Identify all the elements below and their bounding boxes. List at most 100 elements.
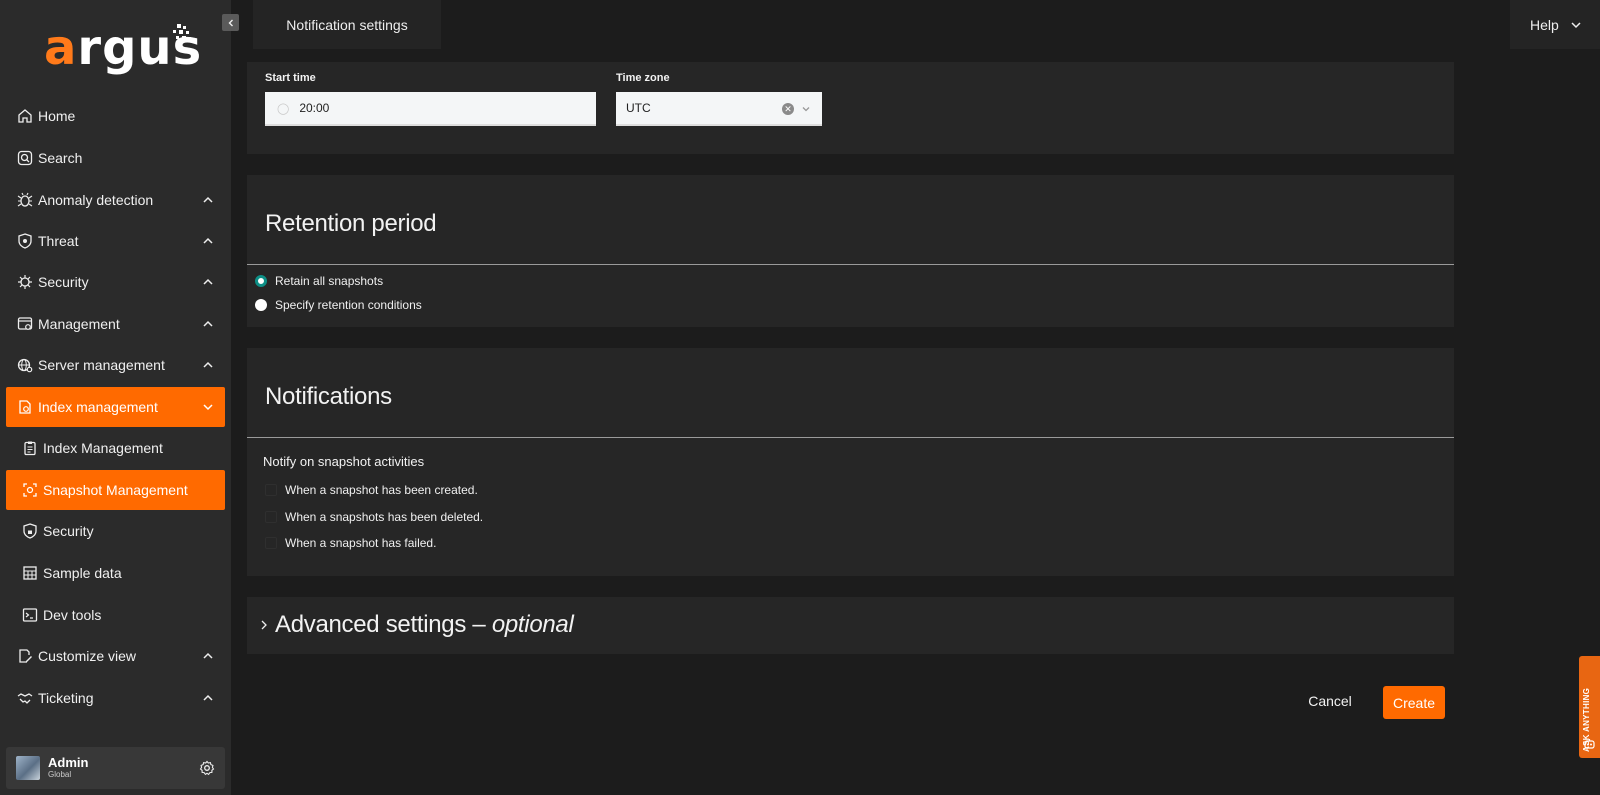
sidebar-item-dev-tools[interactable]: Dev tools: [6, 595, 225, 635]
checkbox-icon[interactable]: [265, 484, 277, 496]
checkbox-label: When a snapshot has been created.: [285, 483, 478, 497]
sidebar-item-anomaly-detection[interactable]: Anomaly detection: [6, 180, 225, 220]
checkbox-icon[interactable]: [265, 511, 277, 523]
sidebar-item-management[interactable]: Management: [6, 304, 225, 344]
checkbox-label: When a snapshots has been deleted.: [285, 510, 484, 524]
robot-icon: [1584, 739, 1595, 749]
shield-icon: [17, 233, 33, 249]
logo-dots-icon: [173, 24, 191, 40]
sidebar-item-label: Home: [38, 108, 76, 124]
sidebar-item-search[interactable]: Search: [6, 138, 225, 178]
radio-label: Specify retention conditions: [275, 298, 422, 312]
home-icon: [17, 108, 33, 124]
sidebar-item-label: Security: [38, 274, 89, 290]
sidebar-item-label: Index Management: [43, 440, 163, 456]
schedule-panel: Start time ◯ 20:00 Time zone UTC ✕: [247, 62, 1454, 154]
user-profile[interactable]: Admin Global: [6, 747, 225, 789]
bug-icon: [17, 192, 33, 208]
edit-doc-icon: [17, 648, 33, 664]
clear-icon[interactable]: ✕: [782, 103, 794, 115]
chevron-up-icon: [203, 361, 213, 368]
sidebar-item-label: Dev tools: [43, 607, 102, 623]
sidebar-item-sample-data[interactable]: Sample data: [6, 553, 225, 593]
help-menu[interactable]: Help: [1510, 0, 1600, 49]
divider: [247, 437, 1454, 438]
sidebar-item-label: Security: [43, 523, 94, 539]
sidebar-item-label: Ticketing: [38, 690, 94, 706]
app-logo[interactable]: argus: [44, 22, 201, 74]
start-time-input[interactable]: ◯ 20:00: [265, 92, 596, 126]
radio-selected-icon[interactable]: [255, 275, 267, 287]
sidebar-item-security-sub[interactable]: Security: [6, 511, 225, 551]
sidebar-item-home[interactable]: Home: [6, 96, 225, 136]
ask-anything-tab[interactable]: ASK ANYTHING: [1579, 656, 1600, 758]
sidebar-item-label: Customize view: [38, 648, 137, 664]
sidebar-item-label: Server management: [38, 357, 165, 373]
timezone-label: Time zone: [616, 72, 670, 84]
start-time-value: 20:00: [299, 101, 330, 115]
sidebar-item-index-management-sub[interactable]: Index Management: [6, 428, 225, 468]
terminal-icon: [22, 607, 38, 623]
chevron-right-icon[interactable]: [259, 619, 269, 631]
sidebar: argus Home Search Anomaly detection Thre…: [0, 0, 231, 795]
retention-title: Retention period: [265, 210, 437, 237]
notifications-title: Notifications: [265, 383, 392, 410]
help-label: Help: [1530, 16, 1559, 33]
sidebar-item-label: Anomaly detection: [38, 192, 154, 208]
tab-notification-settings[interactable]: Notification settings: [253, 0, 441, 49]
browser-gear-icon: [17, 316, 33, 332]
advanced-title-text: Advanced settings –: [275, 611, 486, 638]
sidebar-item-ticketing[interactable]: Ticketing: [6, 678, 225, 718]
start-time-label: Start time: [265, 72, 316, 84]
divider: [247, 264, 1454, 265]
clipboard-icon: [22, 440, 38, 456]
chevron-up-icon: [203, 320, 213, 327]
advanced-settings-title[interactable]: Advanced settings – optional: [275, 611, 574, 639]
checkbox-icon[interactable]: [265, 537, 277, 549]
chevron-down-icon: [1571, 21, 1581, 28]
search-icon: [17, 150, 33, 166]
user-name: Admin: [48, 755, 89, 770]
virus-icon: [17, 274, 33, 290]
sidebar-item-label: Threat: [38, 233, 79, 249]
create-button[interactable]: Create: [1383, 686, 1445, 719]
clock-icon: ◯: [277, 102, 290, 115]
sidebar-item-label: Snapshot Management: [43, 482, 188, 498]
sidebar-item-threat[interactable]: Threat: [6, 221, 225, 261]
chevron-left-icon: [228, 19, 233, 26]
retention-panel: Retention period Retain all snapshots Sp…: [247, 175, 1454, 327]
sidebar-item-security[interactable]: Security: [6, 262, 225, 302]
chevron-down-icon[interactable]: [800, 103, 812, 115]
gear-icon[interactable]: [199, 760, 215, 776]
sidebar-item-index-management[interactable]: Index management: [6, 387, 225, 427]
cancel-button[interactable]: Cancel: [1300, 686, 1360, 716]
radio-label: Retain all snapshots: [275, 274, 384, 288]
advanced-settings-panel[interactable]: Advanced settings – optional: [247, 597, 1454, 654]
sidebar-item-snapshot-management[interactable]: Snapshot Management: [6, 470, 225, 510]
chevron-up-icon: [203, 694, 213, 701]
checkbox-label: When a snapshot has failed.: [285, 536, 437, 550]
sidebar-item-label: Management: [38, 316, 120, 332]
chevron-down-icon: [203, 404, 213, 411]
grid-icon: [22, 565, 38, 581]
advanced-optional-text: optional: [491, 611, 574, 638]
sidebar-item-label: Index management: [38, 399, 158, 415]
timezone-select[interactable]: UTC ✕: [616, 92, 822, 126]
user-scope: Global: [48, 770, 72, 779]
sidebar-item-server-management[interactable]: Server management: [6, 345, 225, 385]
timezone-value: UTC: [626, 101, 651, 115]
chevron-up-icon: [203, 196, 213, 203]
index-icon: [17, 399, 33, 415]
sidebar-item-customize-view[interactable]: Customize view: [6, 636, 225, 676]
radio-specify-conditions[interactable]: Specify retention conditions: [255, 298, 422, 312]
collapse-sidebar-button[interactable]: [222, 14, 239, 31]
chevron-up-icon: [203, 652, 213, 659]
radio-retain-all[interactable]: Retain all snapshots: [255, 274, 383, 288]
checkbox-failed[interactable]: When a snapshot has failed.: [265, 536, 436, 550]
checkbox-deleted[interactable]: When a snapshots has been deleted.: [265, 510, 483, 524]
checkbox-created[interactable]: When a snapshot has been created.: [265, 483, 478, 497]
radio-unselected-icon[interactable]: [255, 299, 267, 311]
sidebar-item-label: Search: [38, 150, 83, 166]
sidebar-item-label: Sample data: [43, 565, 122, 581]
notifications-panel: Notifications Notify on snapshot activit…: [247, 348, 1454, 576]
